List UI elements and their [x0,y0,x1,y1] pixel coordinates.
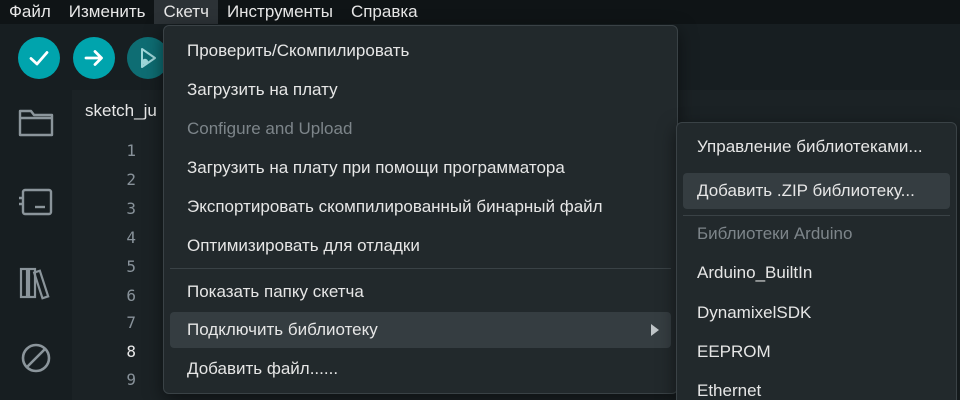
menu-item-manage-libraries[interactable]: Управление библиотеками... [683,129,950,165]
menu-tools[interactable]: Инструменты [218,0,342,24]
menu-sketch[interactable]: Скетч [154,0,218,24]
menu-separator [170,268,671,269]
tab-sketch[interactable]: sketch_ju [85,101,157,121]
left-sidebar [0,90,72,400]
menu-item-library[interactable]: DynamixelSDK [683,295,950,331]
menubar: Файл Изменить Скетч Инструменты Справка [0,0,960,24]
arduino-ide-window: Файл Изменить Скетч Инструменты Справка [0,0,960,400]
arrow-right-icon [84,50,103,66]
line-number-current: 8 [126,342,136,361]
line-number: 2 [126,170,136,189]
menu-file[interactable]: Файл [0,0,60,24]
debug-icon [141,48,156,68]
menu-item-add-file[interactable]: Добавить файл...... [170,351,671,387]
include-library-submenu: Управление библиотеками... Добавить .ZIP… [676,122,957,400]
verify-button[interactable] [18,37,60,79]
menu-item-library[interactable]: Arduino_BuiltIn [683,255,950,291]
submenu-arrow-icon [651,324,659,336]
menu-edit[interactable]: Изменить [60,0,155,24]
line-number: 4 [126,228,136,247]
library-icon[interactable] [16,262,56,302]
line-number: 3 [126,199,136,218]
menu-item-library[interactable]: Ethernet [683,373,950,400]
menu-item-library[interactable]: EEPROM [683,334,950,370]
upload-button[interactable] [73,37,115,79]
line-gutter: 1 2 3 4 5 6 7 8 9 [72,136,162,400]
menu-item-add-zip-library[interactable]: Добавить .ZIP библиотеку... [683,173,950,209]
menu-item-upload-programmer[interactable]: Загрузить на плату при помощи программат… [170,150,671,186]
check-icon [29,51,49,66]
line-number: 9 [126,370,136,389]
menu-item-show-sketch-folder[interactable]: Показать папку скетча [170,274,671,310]
menu-help[interactable]: Справка [342,0,427,24]
menu-item-include-library-label: Подключить библиотеку [187,320,378,339]
menu-item-upload[interactable]: Загрузить на плату [170,72,671,108]
sketch-menu: Проверить/Скомпилировать Загрузить на пл… [163,25,678,394]
board-icon[interactable] [16,182,56,222]
menu-item-export-binary[interactable]: Экспортировать скомпилированный бинарный… [170,189,671,225]
line-number: 7 [126,313,136,332]
menu-item-configure-upload: Configure and Upload [187,119,353,138]
line-number: 1 [126,141,136,160]
folder-icon[interactable] [16,102,56,142]
menu-item-optimize-debug[interactable]: Оптимизировать для отладки [170,228,671,264]
line-number: 5 [126,257,136,276]
menu-header-arduino-libraries: Библиотеки Arduino [697,224,853,243]
line-number: 6 [126,286,136,305]
menu-item-include-library[interactable]: Подключить библиотеку [170,312,671,348]
menu-item-verify-compile[interactable]: Проверить/Скомпилировать [170,33,671,69]
no-entry-icon[interactable] [16,338,56,378]
